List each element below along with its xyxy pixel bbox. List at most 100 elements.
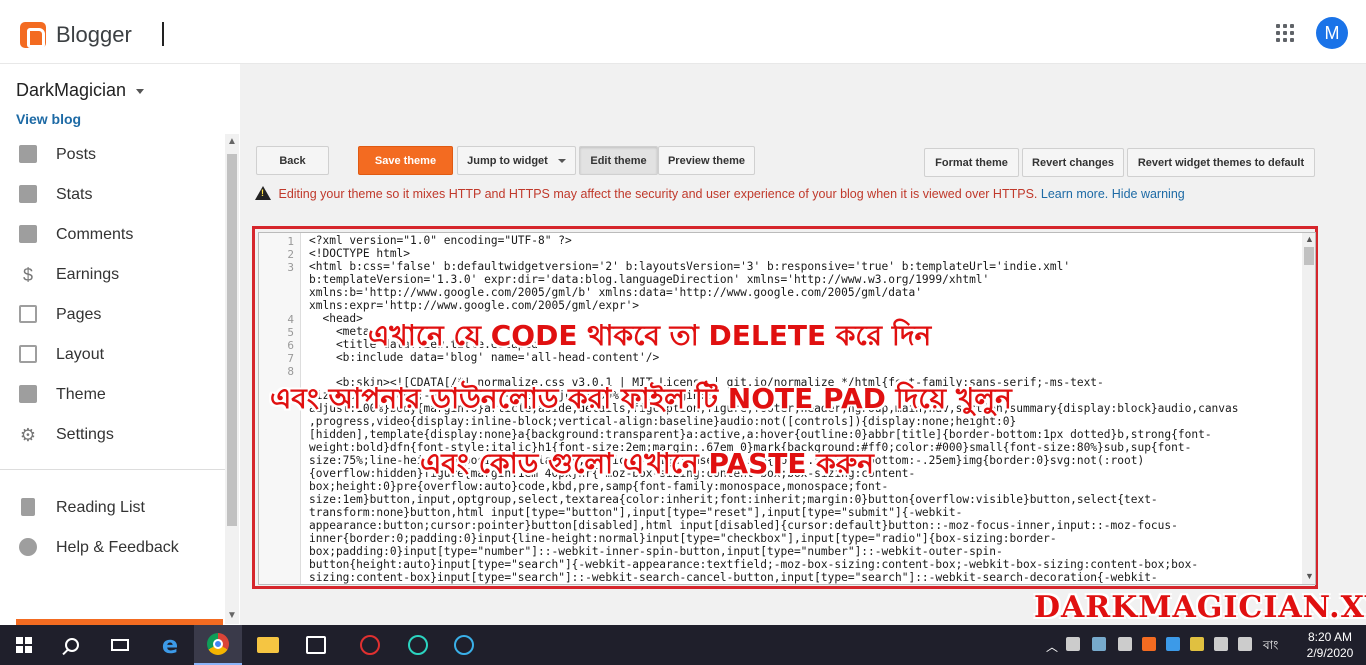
app-title[interactable]: Blogger xyxy=(56,22,132,48)
tab-preview-theme[interactable]: Preview theme xyxy=(658,146,755,175)
sidebar-item-earnings[interactable]: $ Earnings xyxy=(0,255,225,295)
sidebar-item-layout[interactable]: Layout xyxy=(0,335,225,375)
sidebar-item-comments[interactable]: Comments xyxy=(0,215,225,255)
apps-grid-icon[interactable] xyxy=(1276,24,1294,42)
caret-down-icon xyxy=(557,158,566,163)
pages-icon xyxy=(18,305,38,325)
sidebar-item-pages[interactable]: Pages xyxy=(0,295,225,335)
sidebar-item-label: Earnings xyxy=(56,266,120,283)
scroll-down-arrow-icon[interactable]: ▼ xyxy=(1305,571,1314,581)
task-view-button[interactable] xyxy=(96,625,144,665)
code-line[interactable]: <!DOCTYPE html> xyxy=(309,247,1299,261)
windows-logo-icon xyxy=(16,637,32,653)
comments-icon xyxy=(18,225,38,245)
blog-selector[interactable]: DarkMagician xyxy=(16,80,145,101)
sidebar-item-label: Settings xyxy=(56,426,114,443)
sidebar-item-posts[interactable]: Posts xyxy=(0,135,225,175)
tab-edit-theme[interactable]: Edit theme xyxy=(579,146,658,175)
system-clock[interactable]: 8:20 AM 2/9/2020 xyxy=(1298,629,1362,661)
site-watermark: DARKMAGICIAN.XYZ xyxy=(1034,590,1366,625)
caret-down-icon xyxy=(136,88,145,94)
tray-app-icon[interactable] xyxy=(1142,637,1156,651)
store-taskbar-button[interactable] xyxy=(292,625,340,665)
instruction-overlay-2: এবং আপনার ডাউনলোড করা ফাইল টি NOTE PAD দ… xyxy=(270,382,1012,415)
chrome-taskbar-button[interactable] xyxy=(194,625,242,665)
avatar[interactable]: M xyxy=(1316,17,1348,49)
file-explorer-button[interactable] xyxy=(244,625,292,665)
sidebar-item-label: Posts xyxy=(56,146,97,163)
tray-app-icon[interactable] xyxy=(1190,637,1204,651)
sidebar-item-reading-list[interactable]: Reading List xyxy=(0,488,225,528)
battery-icon[interactable] xyxy=(1118,637,1132,651)
sidebar-divider xyxy=(0,469,225,470)
sidebar-item-label: Comments xyxy=(56,226,134,243)
app-taskbar-button[interactable] xyxy=(346,625,394,665)
teal-app-icon xyxy=(408,635,428,655)
revert-widget-themes-button[interactable]: Revert widget themes to default xyxy=(1127,148,1315,177)
tray-app-icon[interactable] xyxy=(1066,637,1080,651)
app-taskbar-button[interactable] xyxy=(394,625,442,665)
code-line[interactable]: <html b:css='false' b:defaultwidgetversi… xyxy=(309,260,1299,274)
blue-c-app-icon xyxy=(454,635,474,655)
code-line[interactable]: sizing:content-box}input[type="search"]:… xyxy=(309,571,1299,584)
save-theme-button[interactable]: Save theme xyxy=(358,146,453,175)
red-app-icon xyxy=(360,635,380,655)
back-button[interactable]: Back xyxy=(256,146,329,175)
theme-icon xyxy=(18,385,38,405)
chrome-icon xyxy=(207,633,229,655)
editor-scroll-thumb[interactable] xyxy=(1304,247,1314,265)
warning-text: Editing your theme so it mixes HTTP and … xyxy=(278,187,1038,201)
gear-icon: ⚙ xyxy=(19,425,37,445)
hide-warning-link[interactable]: Hide warning xyxy=(1112,187,1185,201)
jump-to-widget-dropdown[interactable]: Jump to widget xyxy=(457,146,576,175)
bluetooth-icon[interactable] xyxy=(1166,637,1180,651)
line-number: 7 xyxy=(287,352,294,365)
input-language[interactable]: বাং xyxy=(1263,637,1278,657)
scroll-down-arrow-icon[interactable]: ▼ xyxy=(227,610,237,621)
code-line[interactable]: box;padding:0}input[type="number"]::-web… xyxy=(309,545,1299,559)
sidebar-item-label: Theme xyxy=(56,386,106,403)
code-line[interactable]: appearance:button;cursor:pointer}button[… xyxy=(309,519,1299,533)
line-number: 3 xyxy=(287,261,294,274)
mixed-content-warning: Editing your theme so it mixes HTTP and … xyxy=(255,184,1185,201)
code-line[interactable]: <?xml version="1.0" encoding="UTF-8" ?> xyxy=(309,234,1299,248)
sidebar-item-label: Stats xyxy=(56,186,93,203)
show-hidden-icons-chevron-icon[interactable]: ︿ xyxy=(1046,638,1058,655)
network-icon[interactable] xyxy=(1214,637,1228,651)
start-button[interactable] xyxy=(0,625,48,665)
sidebar-item-stats[interactable]: Stats xyxy=(0,175,225,215)
sidebar: DarkMagician View blog Posts Stats Comme… xyxy=(0,64,240,625)
code-line[interactable]: xmlns:expr='http://www.google.com/2005/g… xyxy=(309,299,1299,313)
code-line[interactable]: b:templateVersion='1.3.0' expr:dir='data… xyxy=(309,273,1299,287)
editor-scrollbar[interactable] xyxy=(1302,233,1315,584)
search-button[interactable] xyxy=(48,625,96,665)
line-number: 6 xyxy=(287,339,294,352)
posts-icon xyxy=(18,145,38,165)
blogger-logo-icon[interactable] xyxy=(20,22,46,48)
line-number: 4 xyxy=(287,313,294,326)
sidebar-item-help[interactable]: Help & Feedback xyxy=(0,528,225,568)
volume-icon[interactable] xyxy=(1238,637,1252,651)
scroll-up-arrow-icon[interactable]: ▲ xyxy=(227,136,237,147)
code-line[interactable]: xmlns:b='http://www.google.com/2005/gml/… xyxy=(309,286,1299,300)
app-taskbar-button[interactable] xyxy=(440,625,488,665)
sidebar-item-label: Layout xyxy=(56,346,105,363)
store-icon xyxy=(306,636,326,654)
sidebar-item-settings[interactable]: ⚙ Settings xyxy=(0,415,225,455)
format-theme-button[interactable]: Format theme xyxy=(924,148,1019,177)
sidebar-item-label: Pages xyxy=(56,306,102,323)
layout-icon xyxy=(18,345,38,365)
view-blog-link[interactable]: View blog xyxy=(16,111,81,127)
learn-more-link[interactable]: Learn more. xyxy=(1041,187,1108,201)
revert-changes-button[interactable]: Revert changes xyxy=(1022,148,1124,177)
instruction-overlay-3: এবং কোড গুলো এখানে PASTE করুন xyxy=(420,447,874,480)
app-header: Blogger M xyxy=(0,0,1366,64)
tray-app-icon[interactable] xyxy=(1092,637,1106,651)
sidebar-scroll-thumb[interactable] xyxy=(227,154,237,526)
edge-icon: e xyxy=(161,631,179,659)
edge-taskbar-button[interactable]: e xyxy=(146,625,194,665)
code-line[interactable]: button{height:auto}input[type="search"]{… xyxy=(309,558,1299,572)
sidebar-item-theme[interactable]: Theme xyxy=(0,375,225,415)
code-line[interactable]: inner{border:0;padding:0}input{line-heig… xyxy=(309,532,1299,546)
scroll-up-arrow-icon[interactable]: ▲ xyxy=(1305,234,1314,244)
